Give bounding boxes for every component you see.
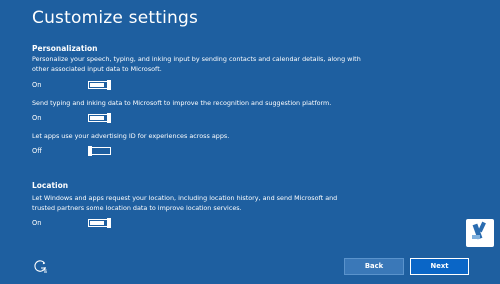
toggle-thumb <box>107 217 111 228</box>
setting-location-state-label: On <box>32 219 42 227</box>
back-button[interactable]: Back <box>344 258 404 275</box>
setting-advertising-toggle[interactable] <box>88 145 111 156</box>
next-button[interactable]: Next <box>410 258 469 275</box>
toggle-track <box>90 83 104 87</box>
toggle-track <box>90 116 104 120</box>
setting-typing-toggle[interactable] <box>88 112 111 123</box>
setting-speech-state-label: On <box>32 81 42 89</box>
toggle-thumb <box>107 79 111 90</box>
toggle-track <box>90 221 104 225</box>
ease-of-access-icon[interactable] <box>32 258 48 274</box>
personalization-heading: Personalization <box>32 44 98 53</box>
watermark-icon <box>472 221 486 240</box>
setting-advertising-state-label: Off <box>32 147 42 155</box>
setting-location-description: Let Windows and apps request your locati… <box>32 194 338 212</box>
setting-speech-toggle[interactable] <box>88 79 111 90</box>
location-heading: Location <box>32 181 69 190</box>
setting-advertising-description: Let apps use your advertising ID for exp… <box>32 132 230 140</box>
toggle-thumb <box>88 145 92 156</box>
setting-typing-state-label: On <box>32 114 42 122</box>
page-title: Customize settings <box>32 8 199 28</box>
setting-typing-description: Send typing and inking data to Microsoft… <box>32 99 332 107</box>
watermark-logo <box>466 219 494 247</box>
setting-speech-description: Personalize your speech, typing, and ink… <box>32 55 361 73</box>
toggle-thumb <box>107 112 111 123</box>
setting-location-toggle[interactable] <box>88 217 111 228</box>
